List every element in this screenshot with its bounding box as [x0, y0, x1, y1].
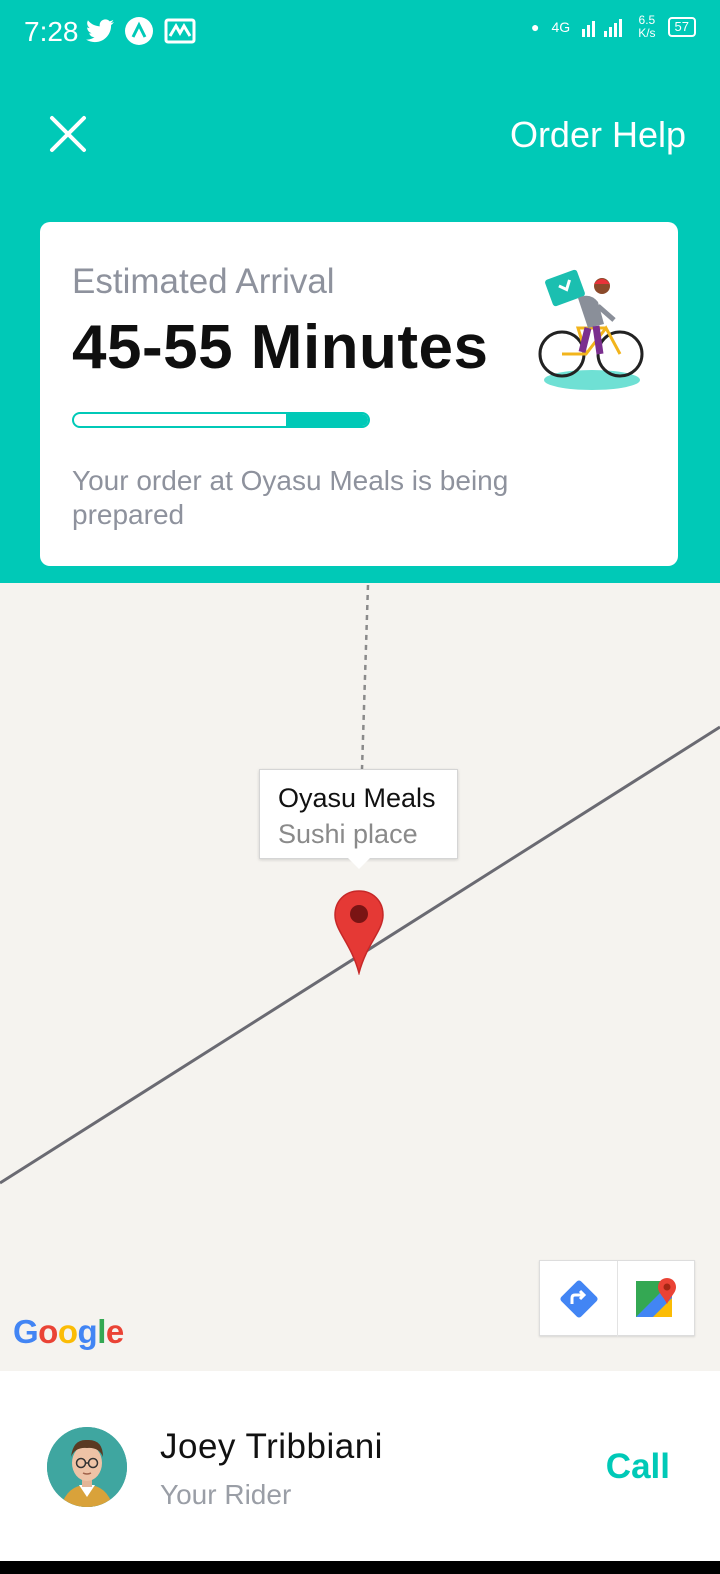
gallery-mail-icon: [164, 18, 196, 44]
google-maps-icon: [636, 1278, 676, 1317]
marker-info-window[interactable]: Oyasu Meals Sushi place: [259, 769, 458, 869]
close-button[interactable]: [44, 110, 92, 158]
location-pin-icon[interactable]: [333, 889, 385, 975]
signal-icon: [582, 19, 623, 37]
call-button[interactable]: Call: [606, 1447, 670, 1487]
order-help-link[interactable]: Order Help: [510, 114, 686, 156]
header-panel: 7:28 ● 4G 6.5 K/s 57 Order Help Estimate…: [0, 0, 720, 583]
map-toolbar: [539, 1260, 695, 1337]
rider-name: Joey Tribbiani: [160, 1427, 383, 1466]
directions-button[interactable]: [540, 1261, 617, 1337]
close-icon: [50, 116, 86, 152]
battery-indicator: 57: [667, 17, 696, 37]
status-bar: 7:28 ● 4G 6.5 K/s 57: [0, 0, 720, 66]
arrival-card: Estimated Arrival 45-55 Minutes Your ord…: [40, 222, 678, 566]
network-type: 4G: [551, 19, 571, 35]
status-time: 7:28: [24, 16, 79, 47]
rider-role: Your Rider: [160, 1479, 292, 1510]
rider-avatar: [47, 1427, 127, 1507]
delivery-rider-illustration: [538, 269, 644, 390]
order-progress-bar: [72, 412, 370, 428]
marker-subtitle: Sushi place: [278, 819, 418, 849]
map-view[interactable]: Oyasu Meals Sushi place Google: [0, 583, 720, 1371]
marker-title: Oyasu Meals: [278, 783, 436, 813]
map-roads: [0, 584, 720, 1185]
twitter-icon: [86, 19, 114, 43]
google-logo: Google: [13, 1313, 124, 1350]
arrival-label: Estimated Arrival: [72, 262, 335, 301]
rider-panel: Joey Tribbiani Your Rider Call: [0, 1371, 720, 1561]
progress-fill: [285, 414, 368, 426]
network-speed: 6.5 K/s: [638, 13, 656, 40]
order-status-text: Your order at Oyasu Meals is being prepa…: [72, 465, 509, 530]
directions-icon: [559, 1280, 598, 1318]
rider-avatar-image: [47, 1427, 127, 1507]
arc-app-icon: [125, 17, 153, 45]
arrival-time: 45-55 Minutes: [72, 313, 489, 382]
open-in-maps-button[interactable]: [617, 1261, 694, 1337]
notification-dot-icon: ●: [531, 19, 540, 35]
